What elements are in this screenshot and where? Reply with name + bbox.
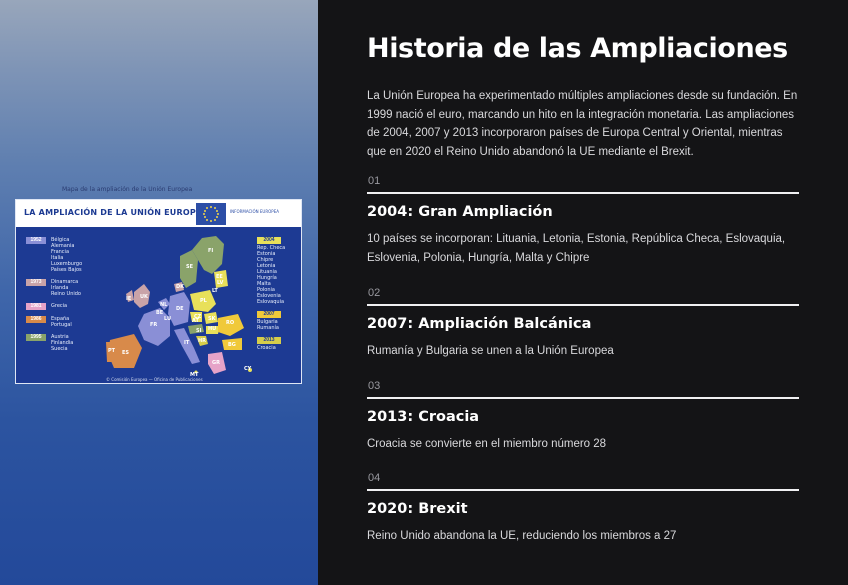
divider bbox=[367, 397, 799, 399]
legend-entry: 2007 Bulgaria Rumanía bbox=[257, 311, 297, 331]
map-label-hr: HR bbox=[198, 338, 206, 344]
legend-enlargements: 2004 Rep. Checa Estonia Chipre Letonia Li… bbox=[257, 237, 297, 357]
eu-enlargement-map: LA AMPLIACIÓN DE LA UNIÓN EUROPEA INFORM… bbox=[15, 199, 302, 384]
legend-year: 2007 bbox=[257, 311, 281, 318]
item-title: 2007: Ampliación Balcánica bbox=[367, 316, 592, 332]
eu-flag-logo bbox=[196, 203, 226, 225]
map-label-de: DE bbox=[176, 306, 184, 312]
item-number: 04 bbox=[368, 472, 381, 484]
legend-entry: 1981 Grecia bbox=[26, 303, 116, 310]
item-number: 01 bbox=[368, 175, 381, 187]
map-label-ie: IE bbox=[126, 296, 132, 302]
map-label-lu: LU bbox=[164, 316, 171, 322]
item-title: 2004: Gran Ampliación bbox=[367, 204, 553, 220]
legend-countries: Bélgica Alemania Francia Italia Luxembur… bbox=[51, 237, 83, 273]
item-title: 2020: Brexit bbox=[367, 501, 468, 517]
legend-entry: 2004 Rep. Checa Estonia Chipre Letonia Li… bbox=[257, 237, 297, 305]
legend-year: 1952 bbox=[26, 237, 46, 244]
map-label-it: IT bbox=[184, 340, 190, 346]
map-footer: © Comisión Europea — Oficina de Publicac… bbox=[106, 377, 203, 382]
legend-founders: 1952 Bélgica Alemania Francia Italia Luxe… bbox=[26, 237, 116, 358]
map-title: LA AMPLIACIÓN DE LA UNIÓN EUROPEA bbox=[24, 208, 208, 217]
content-panel: Historia de las Ampliaciones La Unión Eu… bbox=[318, 0, 848, 585]
map-label-hu: HU bbox=[208, 326, 216, 332]
item-description: 10 países se incorporan: Lituania, Leton… bbox=[367, 233, 786, 264]
legend-entry: 1995 Austria Finlandia Suecia bbox=[26, 334, 116, 352]
divider bbox=[367, 304, 799, 306]
map-label-uk: UK bbox=[140, 294, 149, 300]
map-label-ro: RO bbox=[226, 320, 234, 326]
map-label-cy: CY bbox=[244, 366, 252, 372]
legend-year: 1981 bbox=[26, 303, 46, 310]
map-label-si: SI bbox=[196, 328, 202, 334]
legend-countries: Rep. Checa Estonia Chipre Letonia Lituan… bbox=[257, 245, 286, 305]
map-label-fr: FR bbox=[150, 322, 157, 328]
item-number: 03 bbox=[368, 380, 381, 392]
map-label-es: ES bbox=[122, 350, 129, 356]
map-label-sk: SK bbox=[208, 316, 217, 322]
legend-year: 1973 bbox=[26, 279, 46, 286]
item-description: Reino Unido abandona la UE, reduciendo l… bbox=[367, 530, 677, 542]
legend-year: 2004 bbox=[257, 237, 281, 244]
item-description: Rumanía y Bulgaria se unen a la Unión Eu… bbox=[367, 345, 614, 357]
intro-paragraph: La Unión Europea ha experimentado múltip… bbox=[367, 90, 798, 158]
legend-countries: Austria Finlandia Suecia bbox=[51, 334, 74, 352]
timeline-item: 01 2004: Gran Ampliación 10 países se in… bbox=[367, 174, 799, 286]
map-label-gr: GR bbox=[212, 360, 220, 366]
map-label-cz: CZ bbox=[194, 314, 202, 320]
legend-countries: Dinamarca Irlanda Reino Unido bbox=[51, 279, 81, 297]
map-label-lt: LT bbox=[212, 288, 218, 294]
timeline-item: 04 2020: Brexit Reino Unido abandona la … bbox=[367, 471, 799, 563]
legend-entry: 1986 España Portugal bbox=[26, 316, 116, 328]
map-logo-text: INFORMACIÓN EUROPEA bbox=[230, 209, 279, 214]
map-label-pl: PL bbox=[200, 298, 208, 304]
timeline: 01 2004: Gran Ampliación 10 países se in… bbox=[367, 174, 799, 563]
map-caption: Mapa de la ampliación de la Unión Europe… bbox=[62, 186, 193, 193]
legend-entry: 1952 Bélgica Alemania Francia Italia Luxe… bbox=[26, 237, 116, 273]
map-label-se: SE bbox=[186, 264, 194, 270]
item-number: 02 bbox=[368, 287, 381, 299]
europe-map: IE UKNLBEDEFRESPTITATDKSEFIPLCZ SKHUSIHRRO… bbox=[106, 236, 252, 378]
item-title: 2013: Croacia bbox=[367, 409, 480, 425]
legend-countries: Bulgaria Rumanía bbox=[257, 319, 279, 331]
legend-countries: España Portugal bbox=[51, 316, 72, 328]
timeline-item: 03 2013: Croacia Croacia se convierte en… bbox=[367, 379, 799, 471]
map-label-dk: DK bbox=[176, 284, 185, 290]
divider bbox=[367, 192, 799, 194]
map-header: LA AMPLIACIÓN DE LA UNIÓN EUROPEA INFORM… bbox=[16, 200, 301, 227]
image-panel: Mapa de la ampliación de la Unión Europe… bbox=[0, 0, 318, 585]
legend-countries: Croacia bbox=[257, 345, 276, 351]
map-label-fi: FI bbox=[208, 248, 213, 254]
map-label-bg: BG bbox=[228, 342, 236, 348]
legend-entry: 1973 Dinamarca Irlanda Reino Unido bbox=[26, 279, 116, 297]
legend-year: 2013 bbox=[257, 337, 281, 344]
item-description: Croacia se convierte en el miembro númer… bbox=[367, 438, 607, 450]
divider bbox=[367, 489, 799, 491]
legend-year: 1986 bbox=[26, 316, 46, 323]
timeline-item: 02 2007: Ampliación Balcánica Rumanía y … bbox=[367, 286, 799, 379]
map-label-nl: NL bbox=[160, 302, 168, 308]
legend-year: 1995 bbox=[26, 334, 46, 341]
legend-countries: Grecia bbox=[51, 303, 68, 309]
map-label-pt: PT bbox=[108, 348, 116, 354]
legend-entry: 2013 Croacia bbox=[257, 337, 297, 351]
page-title: Historia de las Ampliaciones bbox=[367, 33, 788, 64]
map-label-lv: LV bbox=[217, 280, 223, 286]
map-label-be: BE bbox=[156, 310, 164, 316]
